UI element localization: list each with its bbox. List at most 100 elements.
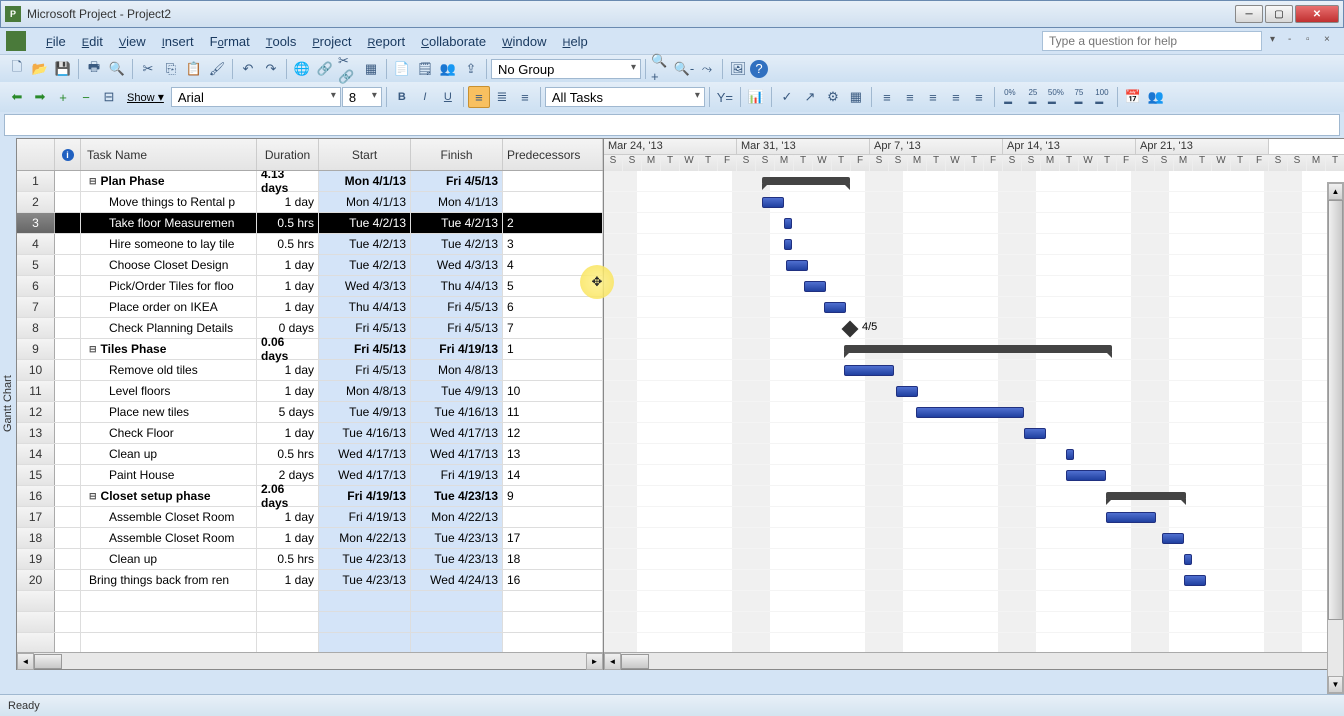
table-row[interactable]: 9 ⊟Tiles Phase0.06 daysFri 4/5/13Fri 4/19… bbox=[17, 339, 603, 360]
pct-50-button[interactable]: ≡ bbox=[922, 86, 944, 108]
row-number[interactable]: 2 bbox=[17, 192, 55, 212]
task-bar[interactable] bbox=[786, 260, 808, 271]
scroll-up-icon[interactable]: ▲ bbox=[1328, 183, 1343, 200]
track3-button[interactable]: ⚙ bbox=[822, 86, 844, 108]
help-search-input[interactable] bbox=[1042, 31, 1262, 51]
link-tasks-button[interactable]: 🔗 bbox=[314, 58, 336, 80]
align-left-button[interactable]: ≡ bbox=[468, 86, 490, 108]
info-cell[interactable] bbox=[55, 528, 81, 548]
info-cell[interactable] bbox=[55, 381, 81, 401]
task-name-cell[interactable]: Place order on IKEA bbox=[81, 297, 257, 317]
table-row[interactable] bbox=[17, 591, 603, 612]
duration-header[interactable]: Duration bbox=[257, 139, 319, 170]
task-name-cell[interactable]: Clean up bbox=[81, 549, 257, 569]
row-number[interactable]: 12 bbox=[17, 402, 55, 422]
vertical-scrollbar[interactable]: ▲ ▼ bbox=[1327, 182, 1344, 694]
row-number[interactable]: 20 bbox=[17, 570, 55, 590]
gantt-row[interactable]: 4/5 bbox=[604, 318, 1344, 339]
gantt-body[interactable]: 4/5 bbox=[604, 171, 1344, 652]
font-combo[interactable]: Arial bbox=[171, 87, 341, 107]
start-cell[interactable]: Mon 4/22/13 bbox=[319, 528, 411, 548]
predecessors-cell[interactable] bbox=[503, 360, 603, 380]
start-cell[interactable]: Tue 4/16/13 bbox=[319, 423, 411, 443]
menu-view[interactable]: View bbox=[111, 31, 154, 52]
duration-cell[interactable]: 5 days bbox=[257, 402, 319, 422]
finish-cell[interactable]: Fri 4/5/13 bbox=[411, 171, 503, 191]
start-cell[interactable]: Tue 4/9/13 bbox=[319, 402, 411, 422]
start-cell[interactable]: Fri 4/19/13 bbox=[319, 486, 411, 506]
finish-cell[interactable]: Tue 4/2/13 bbox=[411, 234, 503, 254]
row-number[interactable]: 8 bbox=[17, 318, 55, 338]
pct-25-button[interactable]: ≡ bbox=[899, 86, 921, 108]
hide-assignments-button[interactable]: ⊟ bbox=[98, 86, 120, 108]
row-number[interactable]: 9 bbox=[17, 339, 55, 359]
task-notes-button[interactable]: 🗒 bbox=[414, 58, 436, 80]
split-task-button[interactable]: ▦ bbox=[360, 58, 382, 80]
info-cell[interactable] bbox=[55, 402, 81, 422]
align-center-button[interactable]: ≣ bbox=[491, 86, 513, 108]
gantt-row[interactable] bbox=[604, 297, 1344, 318]
outdent-button[interactable]: ⬅ bbox=[6, 86, 28, 108]
bold-button[interactable]: B bbox=[391, 86, 413, 108]
duration-cell[interactable]: 1 day bbox=[257, 570, 319, 590]
duration-cell[interactable]: 1 day bbox=[257, 297, 319, 317]
entry-bar[interactable] bbox=[4, 114, 1340, 136]
start-cell[interactable]: Fri 4/5/13 bbox=[319, 318, 411, 338]
gantt-row[interactable] bbox=[604, 570, 1344, 591]
table-row[interactable]: 12Place new tiles5 daysTue 4/9/13Tue 4/1… bbox=[17, 402, 603, 423]
task-name-cell[interactable]: ⊟Closet setup phase bbox=[81, 486, 257, 506]
table-h-scrollbar[interactable]: ◄ ► bbox=[17, 652, 603, 669]
task-name-cell[interactable]: Clean up bbox=[81, 444, 257, 464]
finish-cell[interactable]: Fri 4/19/13 bbox=[411, 465, 503, 485]
cut-button[interactable]: ✂ bbox=[137, 58, 159, 80]
info-cell[interactable] bbox=[55, 255, 81, 275]
task-name-cell[interactable]: Remove old tiles bbox=[81, 360, 257, 380]
row-number[interactable]: 18 bbox=[17, 528, 55, 548]
start-cell[interactable]: Tue 4/23/13 bbox=[319, 570, 411, 590]
update-schedule-button[interactable]: 📅 bbox=[1122, 86, 1144, 108]
row-number[interactable]: 3 bbox=[17, 213, 55, 233]
start-cell[interactable]: Fri 4/5/13 bbox=[319, 360, 411, 380]
indent-button[interactable]: ➡ bbox=[29, 86, 51, 108]
redo-button[interactable]: ↷ bbox=[260, 58, 282, 80]
row-number[interactable]: 1 bbox=[17, 171, 55, 191]
task-bar[interactable] bbox=[1066, 449, 1074, 460]
task-bar[interactable] bbox=[784, 239, 792, 250]
predecessors-cell[interactable]: 10 bbox=[503, 381, 603, 401]
table-row[interactable]: 4Hire someone to lay tile0.5 hrsTue 4/2/… bbox=[17, 234, 603, 255]
duration-cell[interactable]: 4.13 days bbox=[257, 171, 319, 191]
info-cell[interactable] bbox=[55, 234, 81, 254]
task-bar[interactable] bbox=[1184, 554, 1192, 565]
predecessors-cell[interactable]: 9 bbox=[503, 486, 603, 506]
menu-report[interactable]: Report bbox=[359, 31, 413, 52]
finish-cell[interactable]: Mon 4/8/13 bbox=[411, 360, 503, 380]
task-name-cell[interactable]: Place new tiles bbox=[81, 402, 257, 422]
finish-cell[interactable]: Fri 4/19/13 bbox=[411, 339, 503, 359]
task-bar[interactable] bbox=[762, 197, 784, 208]
start-cell[interactable]: Fri 4/5/13 bbox=[319, 339, 411, 359]
select-all-corner[interactable] bbox=[17, 139, 55, 170]
summary-bar[interactable] bbox=[844, 345, 1112, 353]
table-row[interactable]: 1⊟Plan Phase4.13 daysMon 4/1/13Fri 4/5/1… bbox=[17, 171, 603, 192]
gantt-row[interactable] bbox=[604, 171, 1344, 192]
task-name-cell[interactable]: ⊟Tiles Phase bbox=[81, 339, 257, 359]
info-cell[interactable] bbox=[55, 297, 81, 317]
table-row[interactable]: 17Assemble Closet Room1 dayFri 4/19/13Mo… bbox=[17, 507, 603, 528]
duration-cell[interactable]: 1 day bbox=[257, 360, 319, 380]
duration-cell[interactable]: 0.06 days bbox=[257, 339, 319, 359]
task-name-cell[interactable]: Assemble Closet Room bbox=[81, 507, 257, 527]
duration-cell[interactable]: 1 day bbox=[257, 423, 319, 443]
show-subtasks-button[interactable]: + bbox=[52, 86, 74, 108]
duration-cell[interactable]: 1 day bbox=[257, 192, 319, 212]
finish-cell[interactable]: Wed 4/3/13 bbox=[411, 255, 503, 275]
start-cell[interactable]: Wed 4/17/13 bbox=[319, 465, 411, 485]
menu-edit[interactable]: Edit bbox=[74, 31, 111, 52]
row-number[interactable] bbox=[17, 591, 55, 611]
row-number[interactable]: 4 bbox=[17, 234, 55, 254]
table-row[interactable]: 7Place order on IKEA1 dayThu 4/4/13Fri 4… bbox=[17, 297, 603, 318]
info-cell[interactable] bbox=[55, 465, 81, 485]
info-cell[interactable] bbox=[55, 339, 81, 359]
task-name-cell[interactable]: Bring things back from ren bbox=[81, 570, 257, 590]
finish-cell[interactable]: Mon 4/1/13 bbox=[411, 192, 503, 212]
italic-button[interactable]: I bbox=[414, 86, 436, 108]
